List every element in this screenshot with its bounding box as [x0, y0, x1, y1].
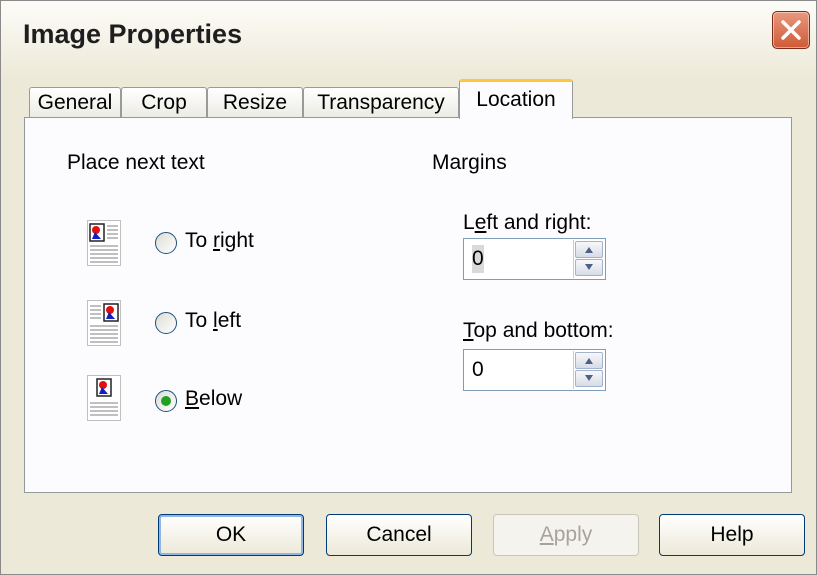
left-and-right-value: 0	[472, 247, 484, 270]
margins-heading: Margins	[432, 151, 507, 174]
image-properties-dialog: Image Properties General Crop Resize Tra…	[0, 0, 817, 575]
arrow-up-icon	[585, 247, 593, 253]
left-and-right-label: Left and right:	[463, 211, 592, 234]
arrow-down-icon	[585, 375, 593, 381]
top-and-bottom-spinner	[573, 351, 604, 389]
top-and-bottom-label: Top and bottom:	[463, 319, 614, 342]
tab-strip: General Crop Resize Transparency Locatio…	[29, 79, 789, 119]
top-and-bottom-value: 0	[472, 358, 484, 381]
close-icon	[781, 20, 801, 40]
top-and-bottom-up-button[interactable]	[575, 352, 603, 369]
close-button[interactable]	[772, 11, 810, 49]
to-left-label: To left	[185, 309, 242, 332]
ok-button[interactable]: OK	[158, 514, 304, 556]
cancel-button[interactable]: Cancel	[326, 514, 472, 556]
left-and-right-down-button[interactable]	[575, 259, 603, 276]
tab-transparency[interactable]: Transparency	[303, 87, 459, 117]
tab-general[interactable]: General	[29, 87, 121, 117]
window-title: Image Properties	[23, 19, 243, 49]
radio-to-left[interactable]	[155, 312, 177, 334]
to-right-label: To right	[185, 229, 254, 252]
image-left-text-right-icon	[87, 220, 121, 266]
arrow-down-icon	[585, 264, 593, 270]
left-and-right-up-button[interactable]	[575, 241, 603, 258]
radio-to-right[interactable]	[155, 232, 177, 254]
below-label: Below	[185, 387, 243, 410]
image-right-text-left-icon	[87, 300, 121, 346]
place-next-text-heading: Place next text	[67, 151, 205, 174]
left-and-right-spinner	[573, 240, 604, 278]
tab-crop[interactable]: Crop	[121, 87, 207, 117]
title-bar: Image Properties	[1, 1, 816, 79]
tab-location[interactable]: Location	[459, 79, 573, 119]
top-and-bottom-spinbox[interactable]: 0	[463, 349, 606, 391]
top-and-bottom-down-button[interactable]	[575, 370, 603, 387]
radio-selected-dot	[161, 396, 171, 406]
arrow-up-icon	[585, 358, 593, 364]
tab-resize[interactable]: Resize	[207, 87, 303, 117]
help-button[interactable]: Help	[659, 514, 805, 556]
radio-below[interactable]	[155, 390, 177, 412]
image-above-text-below-icon	[87, 375, 121, 421]
left-and-right-spinbox[interactable]: 0	[463, 238, 606, 280]
apply-button[interactable]: Apply	[493, 514, 639, 556]
